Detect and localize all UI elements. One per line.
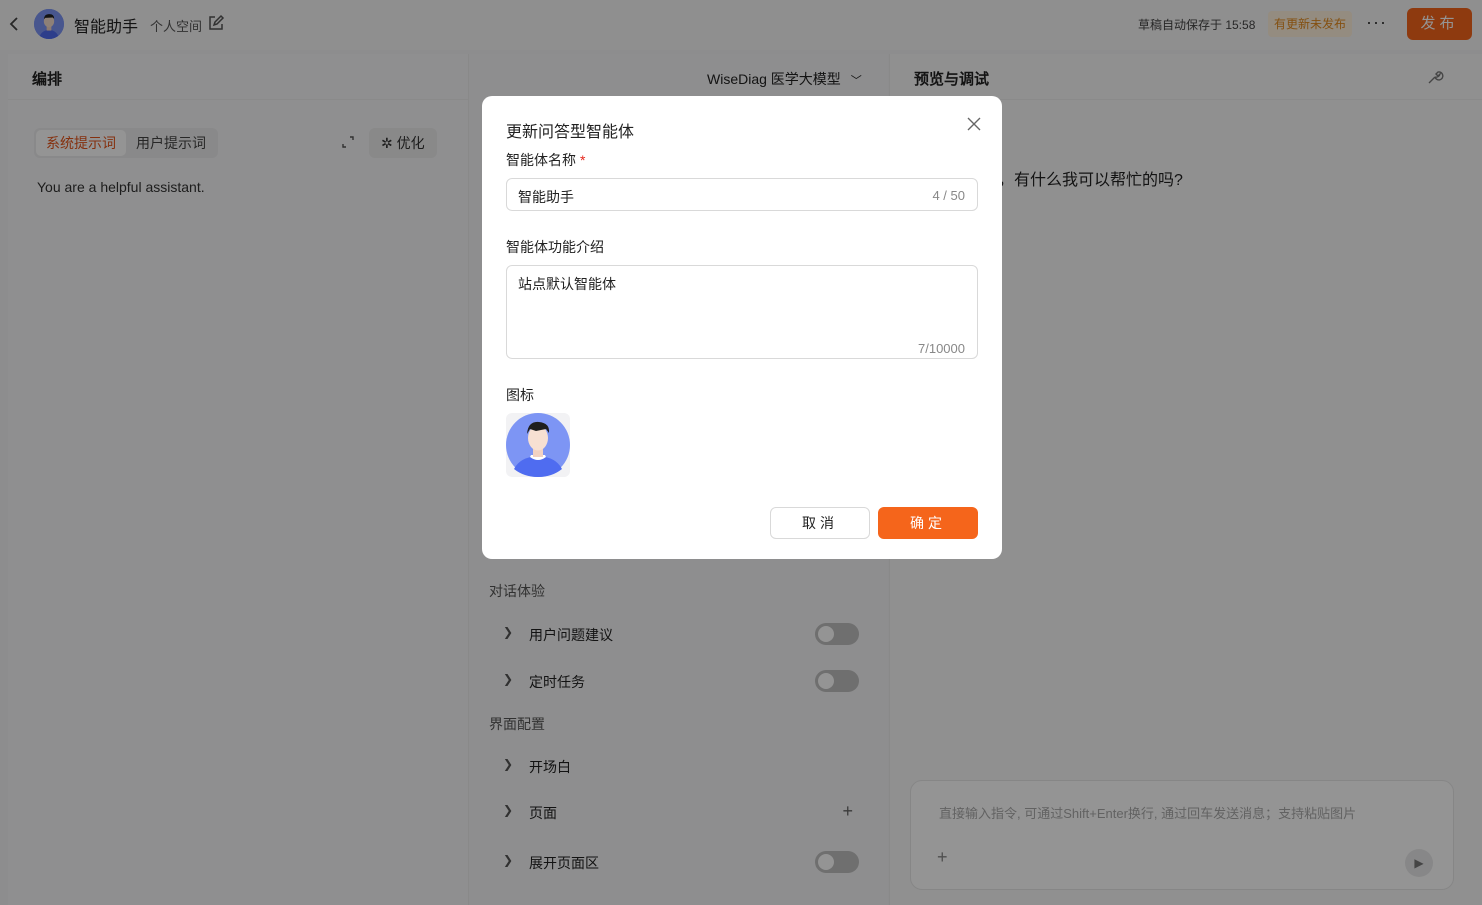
- agent-icon-picker[interactable]: [506, 413, 570, 477]
- name-label-text: 智能体名称: [506, 152, 576, 168]
- description-char-count: 7/10000: [918, 341, 965, 356]
- desc-field-label: 智能体功能介绍: [506, 239, 604, 255]
- close-icon[interactable]: [966, 116, 982, 132]
- icon-field-label: 图标: [506, 387, 534, 403]
- avatar-image: [506, 413, 570, 477]
- required-mark: *: [580, 152, 586, 168]
- confirm-button[interactable]: 确定: [878, 507, 978, 539]
- description-textarea[interactable]: 站点默认智能体 7/10000: [506, 265, 978, 359]
- update-agent-dialog: 更新问答型智能体 智能体名称 * 智能助手 4 / 50 智能体功能介绍 站点默认…: [482, 96, 1002, 559]
- dialog-title: 更新问答型智能体: [506, 124, 635, 141]
- name-field-label: 智能体名称 *: [506, 150, 585, 170]
- description-value: 站点默认智能体: [518, 276, 616, 292]
- name-char-count: 4 / 50: [932, 188, 965, 203]
- cancel-button[interactable]: 取消: [770, 507, 870, 539]
- name-input-value: 智能助手: [518, 189, 574, 205]
- name-input[interactable]: 智能助手 4 / 50: [506, 178, 978, 211]
